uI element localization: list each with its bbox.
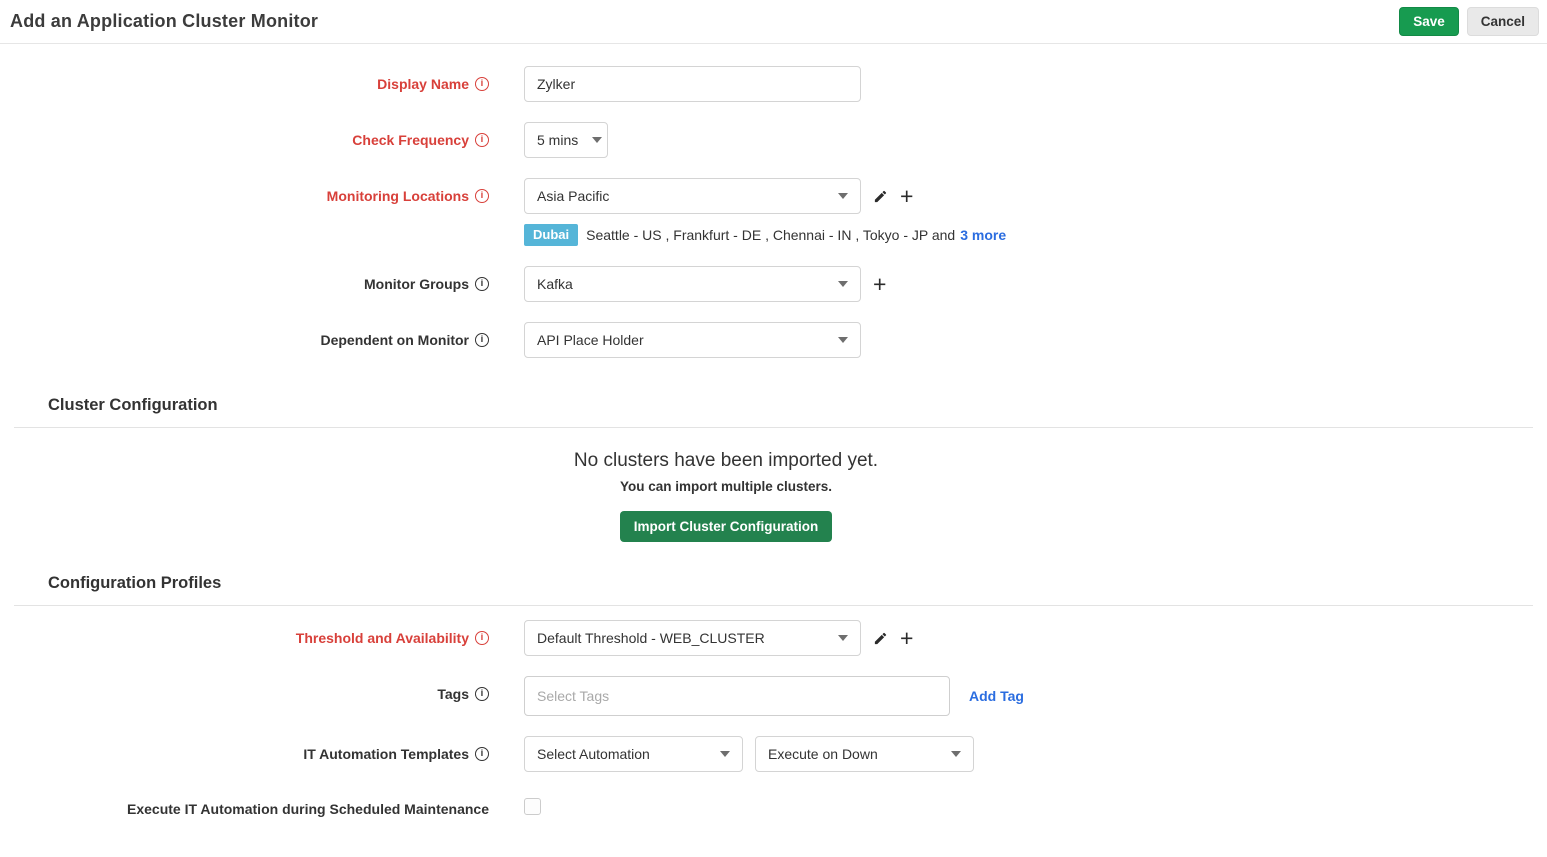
threshold-row: Threshold and Availability i Default Thr… [0,620,1547,656]
monitor-groups-select[interactable]: Kafka [524,266,861,302]
add-location-profile-button[interactable]: + [900,186,913,206]
execute-on-value: Execute on Down [768,746,878,762]
configuration-profiles-title: Configuration Profiles [48,574,221,592]
select-automation-value: Select Automation [537,746,650,762]
chevron-down-icon [838,281,848,287]
maintenance-automation-label-group: Execute IT Automation during Scheduled M… [0,798,489,820]
chevron-down-icon [838,337,848,343]
page-title: Add an Application Cluster Monitor [10,11,318,32]
monitoring-locations-label: Monitoring Locations [327,188,469,204]
info-icon[interactable]: i [475,77,489,91]
threshold-label: Threshold and Availability [296,630,469,646]
topbar-actions: Save Cancel [1399,7,1539,36]
info-icon[interactable]: i [475,277,489,291]
tags-label-group: Tags i [0,676,489,712]
chevron-down-icon [951,751,961,757]
import-cluster-configuration-button[interactable]: Import Cluster Configuration [620,511,833,542]
info-icon[interactable]: i [475,687,489,701]
save-button[interactable]: Save [1399,7,1459,36]
monitor-groups-label-group: Monitor Groups i [0,266,489,302]
chevron-down-icon [838,193,848,199]
cluster-configuration-title: Cluster Configuration [48,396,218,414]
check-frequency-select[interactable]: 5 mins [524,122,608,158]
it-automation-row: IT Automation Templates i Select Automat… [0,736,1547,772]
check-frequency-row: Check Frequency i 5 mins [0,122,1547,158]
add-threshold-button[interactable]: + [900,628,913,648]
select-automation-select[interactable]: Select Automation [524,736,743,772]
check-frequency-label: Check Frequency [352,132,469,148]
add-icon: + [900,187,913,205]
threshold-value: Default Threshold - WEB_CLUSTER [537,630,765,646]
info-icon[interactable]: i [475,189,489,203]
threshold-label-group: Threshold and Availability i [0,620,489,656]
chevron-down-icon [720,751,730,757]
display-name-label-group: Display Name i [0,66,489,102]
form-content: Display Name i Check Frequency i 5 mins … [0,44,1547,820]
configuration-profiles-content: Threshold and Availability i Default Thr… [0,606,1547,820]
maintenance-automation-label: Execute IT Automation during Scheduled M… [127,801,489,817]
dependent-on-monitor-label-group: Dependent on Monitor i [0,322,489,358]
check-frequency-label-group: Check Frequency i [0,122,489,158]
display-name-input[interactable] [524,66,861,102]
dependent-on-monitor-row: Dependent on Monitor i API Place Holder [0,322,1547,358]
it-automation-label: IT Automation Templates [303,746,469,762]
edit-locations-button[interactable] [873,186,888,206]
cluster-empty-state: No clusters have been imported yet. You … [0,428,1452,568]
tags-label: Tags [437,686,469,702]
add-tag-link[interactable]: Add Tag [969,688,1024,704]
edit-icon [873,631,888,646]
threshold-select[interactable]: Default Threshold - WEB_CLUSTER [524,620,861,656]
chevron-down-icon [592,137,602,143]
tags-row: Tags i Add Tag [0,676,1547,716]
info-icon[interactable]: i [475,631,489,645]
check-frequency-value: 5 mins [537,132,578,148]
maintenance-automation-row: Execute IT Automation during Scheduled M… [0,798,1547,820]
selected-locations-line: Dubai Seattle - US , Frankfurt - DE , Ch… [524,224,1006,246]
configuration-profiles-section-header: Configuration Profiles [0,568,1547,605]
info-icon[interactable]: i [475,133,489,147]
display-name-label: Display Name [377,76,469,92]
more-locations-link[interactable]: 3 more [960,227,1006,243]
add-icon: + [900,629,913,647]
cancel-button[interactable]: Cancel [1467,7,1539,36]
cluster-configuration-section-header: Cluster Configuration [0,378,1547,427]
info-icon[interactable]: i [475,333,489,347]
primary-location-badge: Dubai [524,224,578,246]
display-name-row: Display Name i [0,66,1547,102]
info-icon[interactable]: i [475,747,489,761]
selected-locations-text: Seattle - US , Frankfurt - DE , Chennai … [586,227,955,243]
add-monitor-group-button[interactable]: + [873,274,886,294]
empty-state-title: No clusters have been imported yet. [0,450,1452,472]
it-automation-label-group: IT Automation Templates i [0,736,489,772]
edit-threshold-button[interactable] [873,628,888,648]
monitor-groups-value: Kafka [537,276,573,292]
add-icon: + [873,275,886,293]
monitoring-locations-value: Asia Pacific [537,188,609,204]
monitor-groups-row: Monitor Groups i Kafka + [0,266,1547,302]
chevron-down-icon [838,635,848,641]
tags-input[interactable] [524,676,950,716]
execute-on-select[interactable]: Execute on Down [755,736,974,772]
monitoring-locations-select[interactable]: Asia Pacific [524,178,861,214]
maintenance-automation-checkbox[interactable] [524,798,541,815]
monitor-groups-label: Monitor Groups [364,276,469,292]
monitoring-locations-label-group: Monitoring Locations i [0,178,489,214]
monitoring-locations-row: Monitoring Locations i Asia Pacific + Du… [0,178,1547,246]
dependent-on-monitor-select[interactable]: API Place Holder [524,322,861,358]
empty-state-subtitle: You can import multiple clusters. [0,479,1452,494]
edit-icon [873,189,888,204]
dependent-on-monitor-value: API Place Holder [537,332,644,348]
top-bar: Add an Application Cluster Monitor Save … [0,0,1547,44]
dependent-on-monitor-label: Dependent on Monitor [320,332,469,348]
